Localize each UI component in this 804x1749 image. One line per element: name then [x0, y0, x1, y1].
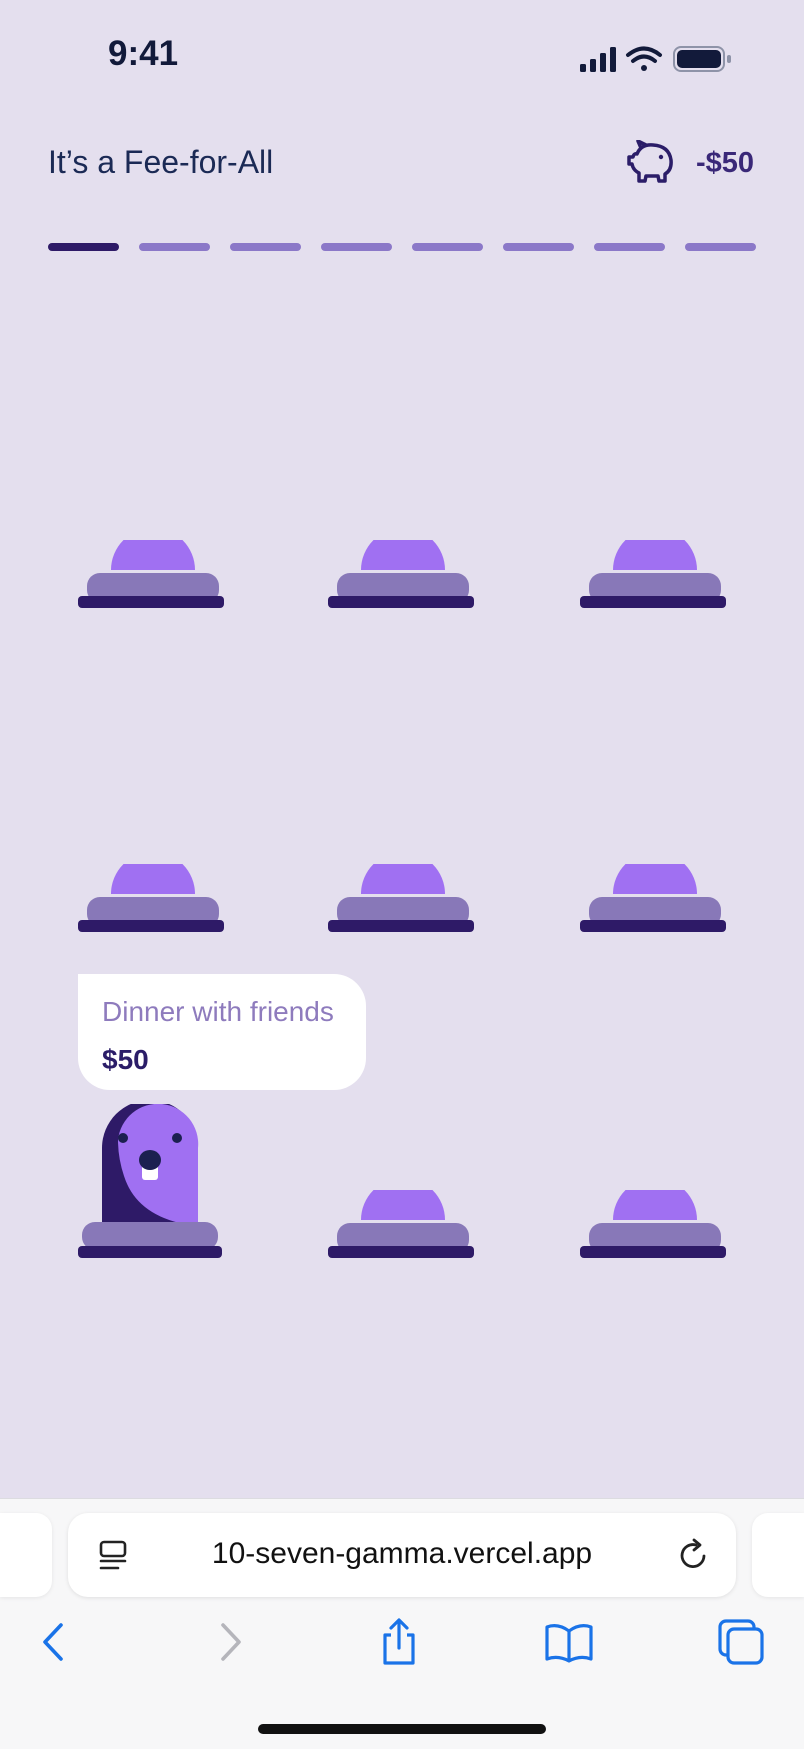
mole-hole-5[interactable]: [328, 864, 478, 934]
mole-hole-3[interactable]: [580, 540, 730, 610]
progress-step: [139, 243, 210, 251]
mole-character[interactable]: [76, 1104, 226, 1260]
expense-label: Dinner with friends: [102, 996, 334, 1027]
tabs-icon[interactable]: [716, 1617, 766, 1667]
signal-icon: [580, 47, 616, 72]
mole-hole-8[interactable]: [328, 1190, 478, 1260]
battery-icon: [673, 46, 731, 72]
mole-hole-1[interactable]: [78, 540, 228, 610]
progress-bar: [48, 243, 756, 251]
reload-icon[interactable]: [676, 1537, 712, 1573]
next-tab[interactable]: [752, 1513, 804, 1597]
progress-step: [594, 243, 665, 251]
expense-popup: Dinner with friends $50: [78, 974, 366, 1090]
balance-value: -$50: [695, 147, 754, 179]
mole-hole-4[interactable]: [78, 864, 228, 934]
status-bar: 9:41: [0, 0, 804, 110]
progress-step: [503, 243, 574, 251]
url-text[interactable]: 10-seven-gamma.vercel.app: [68, 1537, 736, 1571]
back-icon[interactable]: [30, 1617, 80, 1667]
progress-step: [230, 243, 301, 251]
mole-hole-9[interactable]: [580, 1190, 730, 1260]
progress-step: [685, 243, 756, 251]
page-title: It’s a Fee-for-All: [48, 144, 274, 180]
share-icon[interactable]: [374, 1617, 424, 1667]
mole-hole-6[interactable]: [580, 864, 730, 934]
bookmarks-icon[interactable]: [544, 1617, 594, 1667]
progress-step: [412, 243, 483, 251]
browser-toolbar: 10-seven-gamma.vercel.app: [0, 1498, 804, 1749]
progress-step: [321, 243, 392, 251]
forward-icon[interactable]: [204, 1617, 254, 1667]
address-bar[interactable]: 10-seven-gamma.vercel.app: [68, 1513, 736, 1597]
browser-nav: [0, 1617, 804, 1677]
wifi-icon: [626, 46, 662, 71]
status-time: 9:41: [108, 34, 179, 73]
status-icons: [580, 46, 731, 72]
progress-step: [48, 243, 119, 251]
piggy-bank-icon: [627, 140, 673, 183]
expense-amount: $50: [102, 1044, 149, 1075]
previous-tab[interactable]: [0, 1513, 52, 1597]
home-indicator: [258, 1724, 546, 1734]
mole-hole-2[interactable]: [328, 540, 478, 610]
